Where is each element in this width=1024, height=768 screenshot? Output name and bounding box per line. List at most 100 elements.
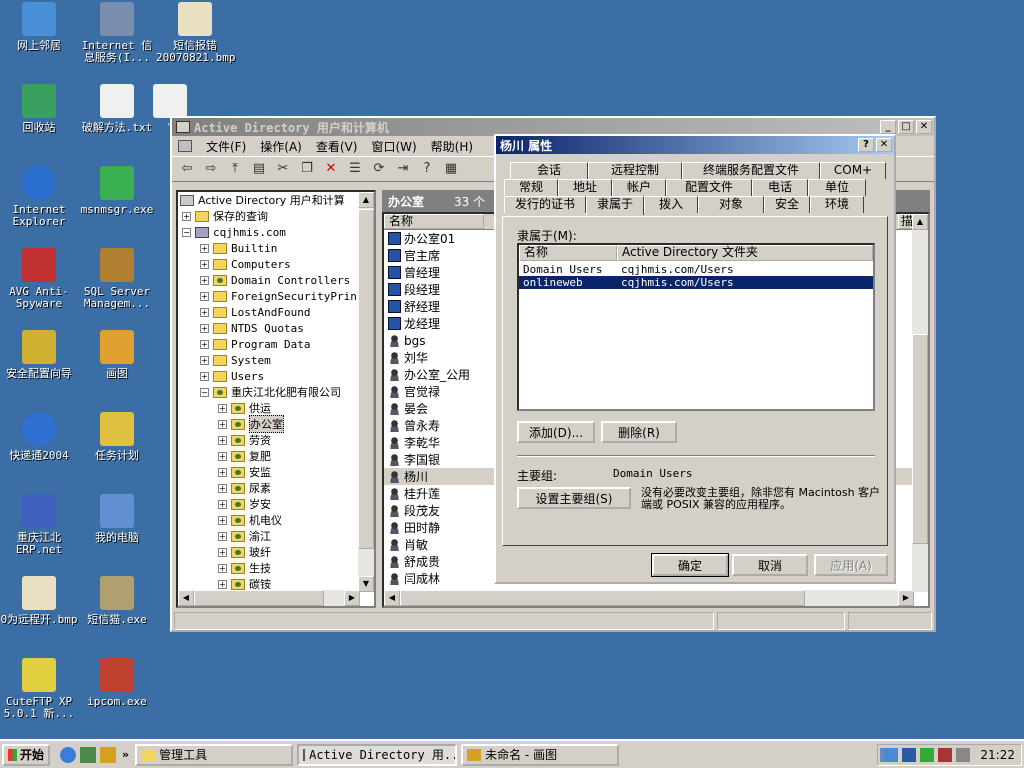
tree-pane[interactable]: Active Directory 用户和计算 + 保存的查询 − cqjhmis.co… [176, 190, 376, 608]
expand-icon[interactable]: + [218, 531, 227, 541]
expand-icon[interactable]: + [200, 323, 209, 333]
tree-item[interactable]: + System [178, 352, 374, 368]
copy-icon[interactable]: ❐ [298, 160, 316, 178]
list-vscroll-thumb[interactable] [912, 334, 928, 544]
tray-avg-icon[interactable] [938, 748, 953, 762]
list-scroll-left-icon[interactable]: ◀ [384, 590, 400, 606]
desktop-icon[interactable]: SQL Server Managem... [78, 248, 156, 310]
tree-item[interactable]: + ForeignSecurityPrinci [178, 288, 374, 304]
expand-icon[interactable]: + [200, 339, 209, 349]
cancel-button[interactable]: 取消 [732, 554, 808, 576]
scroll-right-icon[interactable]: ▶ [344, 590, 360, 606]
task-admin-tools[interactable]: 管理工具 [135, 743, 294, 766]
forward-icon[interactable]: ⇨ [202, 160, 220, 178]
menu-window[interactable]: 窗口(W) [371, 138, 416, 155]
desktop-icon[interactable]: 破解方法.txt [78, 84, 156, 134]
desktop-icon[interactable]: 回收站 [0, 84, 78, 134]
tab-row3-1[interactable]: 隶属于 [586, 196, 644, 215]
tree-item[interactable]: + 劳资 [178, 432, 374, 448]
dialog-help-button[interactable]: ? [858, 138, 874, 152]
expand-icon[interactable]: + [218, 483, 227, 493]
quicklaunch-ie-icon[interactable] [60, 746, 76, 763]
task-active-directory[interactable]: Active Directory 用... [297, 743, 458, 766]
menu-file[interactable]: 文件(F) [206, 138, 246, 155]
expand-icon[interactable]: + [200, 275, 209, 285]
tab-row1-3[interactable]: COM+ [820, 162, 886, 179]
hscroll-thumb[interactable] [194, 590, 324, 606]
cut-icon[interactable]: ✂ [274, 160, 292, 178]
tray-app-icon[interactable] [884, 748, 899, 762]
dialog-titlebar[interactable]: 杨川 属性 ? ✕ [496, 136, 894, 154]
quicklaunch-paint-icon[interactable] [100, 746, 116, 763]
export-icon[interactable]: ⇥ [394, 160, 412, 178]
menu-action[interactable]: 操作(A) [260, 138, 302, 155]
tree-item[interactable]: + 保存的查询 [178, 208, 374, 224]
desktop-icon[interactable]: 我的电脑 [78, 494, 156, 544]
tree-item[interactable]: + 渝江 [178, 528, 374, 544]
memberof-list[interactable]: 名称 Active Directory 文件夹 Domain Users cqjh… [517, 243, 875, 411]
tree-item[interactable]: + 生技 [178, 560, 374, 576]
properties-icon[interactable]: ☰ [346, 160, 364, 178]
expand-icon[interactable]: + [218, 435, 227, 445]
tab-row2-4[interactable]: 电话 [752, 179, 808, 196]
expand-icon[interactable]: + [200, 259, 209, 269]
expand-icon[interactable]: + [218, 515, 227, 525]
tab-row2-5[interactable]: 单位 [808, 179, 866, 196]
tray-volume-icon[interactable] [956, 748, 971, 762]
expand-icon[interactable]: + [182, 211, 191, 221]
expand-icon[interactable]: + [200, 243, 209, 253]
menu-view[interactable]: 查看(V) [316, 138, 358, 155]
tree-item[interactable]: + NTDS Quotas [178, 320, 374, 336]
memberof-row[interactable]: Domain Users cqjhmis.com/Users [519, 263, 873, 276]
tab-row3-2[interactable]: 拨入 [644, 196, 698, 213]
expand-icon[interactable]: − [200, 387, 209, 397]
maximize-button[interactable]: □ [898, 120, 914, 134]
scroll-left-icon[interactable]: ◀ [178, 590, 194, 606]
tab-row1-1[interactable]: 远程控制 [588, 162, 682, 179]
menu-help[interactable]: 帮助(H) [431, 138, 473, 155]
list-scroll-right-icon[interactable]: ▶ [898, 590, 914, 606]
expand-icon[interactable]: + [218, 547, 227, 557]
tree-item[interactable]: + 岁安 [178, 496, 374, 512]
tree-item[interactable]: + 复肥 [178, 448, 374, 464]
scroll-down-icon[interactable]: ▼ [358, 576, 374, 592]
expand-icon[interactable]: − [182, 227, 191, 237]
tree-item[interactable]: + Computers [178, 256, 374, 272]
delete-icon[interactable]: ✕ [322, 160, 340, 178]
dialog-close-button[interactable]: ✕ [876, 138, 892, 152]
quicklaunch-desktop-icon[interactable] [80, 746, 96, 763]
expand-icon[interactable]: + [218, 467, 227, 477]
desktop-icon[interactable]: 任务计划 [78, 412, 156, 462]
desktop-icon[interactable]: 网上邻居 [0, 2, 78, 52]
expand-icon[interactable]: + [218, 451, 227, 461]
expand-icon[interactable]: + [218, 499, 227, 509]
tree-item[interactable]: + Users [178, 368, 374, 384]
remove-button[interactable]: 删除(R) [601, 421, 677, 443]
tab-row2-1[interactable]: 地址 [558, 179, 612, 196]
expand-icon[interactable]: + [218, 579, 227, 589]
tree-item[interactable]: + 供运 [178, 400, 374, 416]
desktop-icon[interactable]: Internet Explorer [0, 166, 78, 228]
task-paint[interactable]: 未命名 - 画图 [461, 743, 620, 766]
up-folder-icon[interactable]: ⤒ [226, 160, 244, 178]
list-hscroll[interactable]: ◀ ▶ [384, 590, 914, 606]
tree-item[interactable]: + 玻纤 [178, 544, 374, 560]
desktop-icon[interactable]: CuteFTP XP 5.0.1 新... [0, 658, 78, 720]
set-primary-group-button[interactable]: 设置主要组(S) [517, 487, 631, 509]
desktop-icon[interactable]: 安全配置向导 [0, 330, 78, 380]
tree-item[interactable]: + Builtin [178, 240, 374, 256]
tab-row3-3[interactable]: 对象 [698, 196, 764, 213]
tree-item[interactable]: + 尿素 [178, 480, 374, 496]
memberof-col-folder[interactable]: Active Directory 文件夹 [617, 245, 873, 261]
quicklaunch-more-icon[interactable]: » [122, 748, 129, 761]
desktop-icon[interactable]: 短信报错 20070821.bmp [156, 2, 235, 64]
memberof-col-name[interactable]: 名称 [519, 245, 617, 261]
tab-row2-3[interactable]: 配置文件 [666, 179, 752, 196]
tab-row2-2[interactable]: 帐户 [612, 179, 666, 196]
scroll-up-icon[interactable]: ▲ [358, 192, 374, 208]
start-button[interactable]: 开始 [2, 743, 50, 766]
column-name[interactable]: 名称 [384, 214, 484, 229]
tree-item[interactable]: + Domain Controllers [178, 272, 374, 288]
tab-row1-2[interactable]: 终端服务配置文件 [682, 162, 820, 179]
console-tree-icon[interactable]: ▦ [442, 160, 460, 178]
